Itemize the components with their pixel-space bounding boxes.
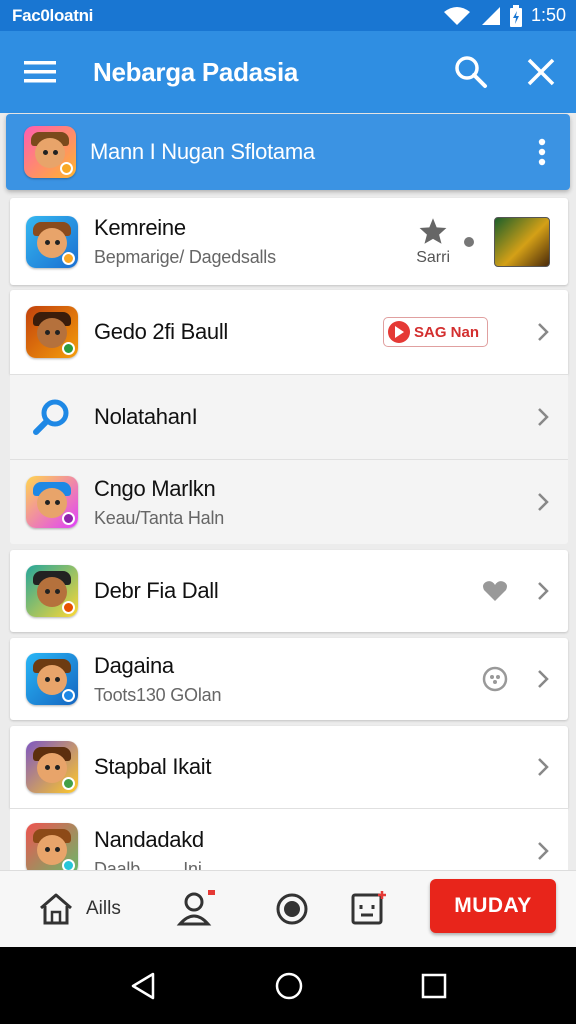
highlighted-label: Mann I Nugan Sflotama — [90, 139, 315, 164]
system-navigation — [0, 947, 576, 1024]
game-app-icon — [26, 653, 78, 705]
item-title: Gedo 2fi Baull — [94, 319, 228, 344]
close-button[interactable] — [506, 31, 576, 113]
item-title: Debr Fia Dall — [94, 578, 219, 603]
chevron-right-icon — [518, 322, 568, 342]
list-item[interactable]: Debr Fia Dall — [10, 550, 568, 632]
battery-icon — [509, 4, 522, 27]
app-bar: Nebarga Padasia — [0, 31, 576, 113]
game-app-icon — [26, 476, 78, 528]
carrier-name: Fac0loatni — [12, 5, 94, 25]
highlighted-item[interactable]: Mann I Nugan Sflotama — [6, 114, 570, 190]
notification-icon — [351, 891, 386, 925]
more-vert-icon — [538, 138, 546, 166]
item-title: Kemreine — [94, 215, 186, 240]
nav-home[interactable]: Aills — [38, 892, 148, 926]
home-icon — [40, 893, 72, 925]
nav-profile[interactable] — [148, 890, 244, 928]
clock: 1:50 — [530, 5, 566, 25]
game-app-icon — [26, 741, 78, 793]
close-icon — [527, 58, 555, 86]
search-button[interactable] — [436, 31, 506, 113]
bottom-navigation: Aills MUDAY — [0, 870, 576, 947]
star-icon — [419, 217, 447, 244]
item-title: Dagaina — [94, 652, 174, 678]
game-thumbnail[interactable] — [494, 216, 550, 267]
menu-button[interactable] — [0, 31, 80, 113]
dot-icon — [464, 236, 474, 247]
chevron-right-icon — [518, 492, 568, 512]
heart-icon[interactable] — [482, 580, 508, 602]
chevron-right-icon — [518, 757, 568, 777]
game-app-icon — [26, 565, 78, 617]
settings-icon[interactable] — [482, 666, 508, 692]
list-item[interactable]: Nandadakd Daalb Ini — [10, 808, 568, 870]
game-app-icon — [26, 215, 78, 268]
list-item[interactable]: NolatahanI — [10, 374, 568, 459]
play-icon — [387, 321, 410, 343]
chevron-right-icon — [518, 581, 568, 601]
item-subtitle: Keau/Tanta Haln — [94, 507, 225, 528]
item-title: Cngo Marlkn — [94, 475, 216, 501]
item-title: NolatahanI — [94, 404, 198, 429]
page-title: Nebarga Padasia — [93, 56, 299, 87]
video-badge-label: SAG Nan — [413, 323, 479, 341]
record-icon — [276, 893, 308, 925]
search-icon — [26, 391, 78, 443]
cta-button[interactable]: MUDAY — [430, 879, 556, 933]
hamburger-icon — [24, 61, 56, 83]
signal-icon — [481, 6, 500, 25]
nav-record[interactable] — [244, 892, 340, 926]
rating-label: Sarri — [416, 248, 450, 266]
person-icon — [176, 890, 215, 926]
list-item[interactable]: Stapbal Ikait — [10, 726, 568, 808]
nav-notifications[interactable] — [340, 891, 400, 927]
chevron-right-icon — [518, 669, 568, 689]
more-options-button[interactable] — [514, 114, 570, 190]
item-subtitle: Toots130 GOlan — [94, 684, 222, 705]
item-subtitle: Daalb Ini — [94, 859, 202, 870]
game-app-icon — [26, 823, 78, 870]
game-app-icon — [24, 126, 76, 178]
chevron-right-icon — [518, 841, 568, 861]
item-subtitle: Bepmarige/ Dagedsalls — [94, 247, 276, 267]
item-title: Stapbal Ikait — [94, 754, 212, 779]
chevron-right-icon — [518, 407, 568, 427]
list-item[interactable]: Kemreine Bepmarige/ Dagedsalls Sarri — [10, 198, 568, 285]
recents-icon[interactable] — [421, 973, 447, 999]
game-app-icon — [26, 306, 78, 358]
item-title: Nandadakd — [94, 827, 204, 852]
list-item[interactable]: Gedo 2fi Baull SAG Nan — [10, 290, 568, 374]
wifi-icon — [443, 6, 470, 25]
list-item[interactable]: Cngo Marlkn Keau/Tanta Haln — [10, 459, 568, 544]
nav-home-label: Aills — [86, 898, 121, 919]
back-icon[interactable] — [129, 971, 157, 1001]
list-item[interactable]: Dagaina Toots130 GOlan — [10, 638, 568, 720]
search-icon — [455, 56, 487, 88]
home-circle-icon[interactable] — [274, 971, 304, 1001]
status-bar: Fac0loatni 1:50 — [0, 0, 576, 31]
video-badge[interactable]: SAG Nan — [382, 317, 488, 347]
